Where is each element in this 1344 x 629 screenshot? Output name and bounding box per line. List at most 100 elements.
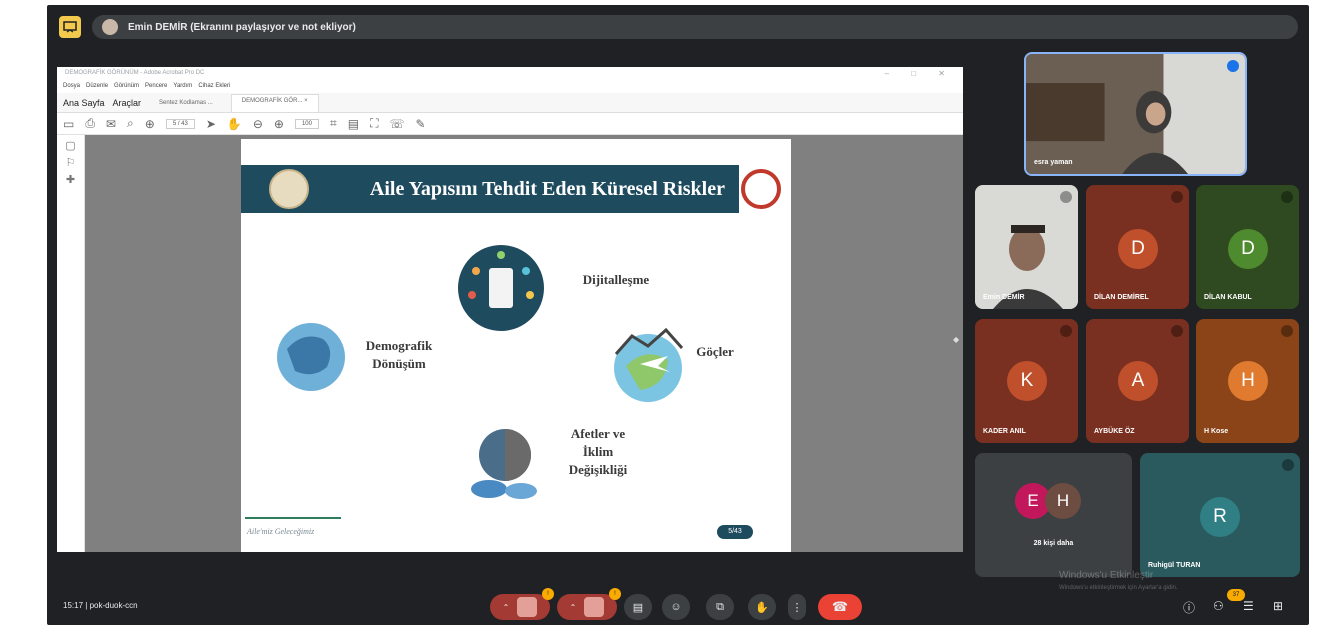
pdf-tabbar: Ana Sayfa Araçlar Sentez Kodlamas ... DE…: [57, 93, 963, 113]
mic-off-icon: [1171, 191, 1183, 203]
pdf-canvas: Aile Yapısını Tehdit Eden Küresel Riskle…: [85, 135, 963, 552]
captions-button[interactable]: ▤: [624, 594, 652, 620]
scroll-marker: ◆: [953, 335, 960, 344]
hang-up-icon: ☎: [831, 599, 849, 614]
participant-tile-aybuke[interactable]: A AYBÜKE ÖZ: [1086, 319, 1189, 443]
zoom-in-icon: ⊕: [273, 116, 284, 131]
window-controls: – □ ✕: [884, 69, 955, 78]
present-button[interactable]: ⧉: [706, 594, 734, 620]
people-icon[interactable]: ⚇: [1213, 599, 1224, 613]
avatar: K: [1007, 361, 1047, 401]
participant-name: DİLAN DEMİREL: [1094, 294, 1149, 301]
participant-tile-hkose[interactable]: H H Kose: [1196, 319, 1299, 443]
mic-off-icon: [1281, 325, 1293, 337]
audio-indicator-icon: [1227, 60, 1239, 72]
avatar: H: [1045, 483, 1081, 519]
university-logo: [741, 169, 781, 209]
separator: |: [85, 601, 88, 610]
camera-control[interactable]: ⌃ !: [557, 588, 621, 620]
participant-tile-ruhigul[interactable]: R Ruhigül TURAN: [1140, 453, 1300, 577]
mic-off-icon: [1281, 191, 1293, 203]
menu-item: Cihaz Ekleri: [198, 83, 231, 89]
menu-item: Yardım: [173, 83, 193, 89]
avatar: A: [1118, 361, 1158, 401]
chevron-up-icon: ⌃: [502, 602, 510, 612]
slide-footer: Aile'miz Geleceğimiz: [247, 527, 315, 536]
more-options-button[interactable]: ⋮: [788, 594, 806, 620]
page-box: 5 / 43: [165, 118, 195, 129]
participant-name: DİLAN KABUL: [1204, 294, 1252, 301]
self-video: [1026, 54, 1245, 174]
mic-off-icon: [1282, 459, 1294, 471]
emoji-icon: ☺: [670, 601, 682, 613]
slide-page-number: 5/43: [717, 525, 753, 539]
zoom-box: 100: [294, 118, 319, 129]
participant-tile-dilan-demirel[interactable]: D DİLAN DEMİREL: [1086, 185, 1189, 309]
label-digitalization: Dijitalleşme: [582, 272, 650, 287]
self-view-tile[interactable]: esra yaman: [1024, 52, 1247, 176]
meet-window: Emin DEMİR (Ekranını paylaşıyor ve not e…: [47, 5, 1309, 625]
chat-icon[interactable]: ☰: [1243, 599, 1254, 613]
menu-item: Pencere: [145, 83, 168, 89]
presentation-icon[interactable]: [59, 16, 81, 38]
pdf-tab: Sentez Kodlamas ...: [159, 99, 213, 106]
avatar: H: [1228, 361, 1268, 401]
menu-item: Görünüm: [114, 83, 140, 89]
attachment-icon: ✚: [65, 174, 76, 186]
pdf-menubar: Dosya Düzenle Görünüm Pencere Yardım Cih…: [57, 81, 963, 93]
participant-name: H Kose: [1204, 428, 1229, 435]
label-migration: Göçler: [696, 344, 734, 359]
top-bar: Emin DEMİR (Ekranını paylaşıyor ve not e…: [55, 13, 1300, 41]
hand-icon: ✋: [755, 601, 769, 614]
participant-tile-dilan-kabul[interactable]: D DİLAN KABUL: [1196, 185, 1299, 309]
cursor-icon: ➤: [205, 116, 216, 131]
more-count-label: 28 kişi daha: [1033, 540, 1074, 547]
footer-line: [245, 517, 341, 519]
shared-screen: DEMOGRAFİK GÖRÜNÜM - Adobe Acrobat Pro D…: [57, 67, 963, 552]
pdf-toolbar: ▭ ⎙ ✉ ⌕ ⊕ 5 / 43 ➤ ✋ ⊖ ⊕ 100 ⌗ ▤ ⛶ ☏ ✎: [57, 113, 963, 135]
nav-tools: Araçlar: [112, 97, 142, 108]
participant-tile-kader[interactable]: K KADER ANIL: [975, 319, 1078, 443]
mic-off-icon: [1171, 325, 1183, 337]
participant-video: [975, 185, 1078, 309]
presenter-banner: Emin DEMİR (Ekranını paylaşıyor ve not e…: [92, 15, 1298, 39]
warning-badge-icon: !: [542, 588, 554, 600]
print-icon: ⎙: [85, 116, 95, 130]
mic-control[interactable]: ⌃ !: [490, 588, 554, 620]
hand-icon: ✋: [226, 116, 242, 131]
pen-icon: ✎: [415, 116, 426, 131]
mic-off-icon: [1060, 325, 1072, 337]
participant-name: esra yaman: [1034, 159, 1073, 166]
pdf-titlebar: DEMOGRAFİK GÖRÜNÜM - Adobe Acrobat Pro D…: [57, 67, 963, 81]
info-icon[interactable]: ⓘ: [1183, 599, 1195, 616]
presenter-avatar: [102, 19, 118, 35]
participant-name: Emin DEMİR: [983, 294, 1025, 301]
screen: Emin DEMİR (Ekranını paylaşıyor ve not e…: [0, 0, 1344, 629]
participant-tile-emin[interactable]: Emin DEMİR: [975, 185, 1078, 309]
globe-illustration: [277, 323, 345, 391]
meeting-code: pok-duok-ccn: [89, 601, 138, 610]
slide: Aile Yapısını Tehdit Eden Küresel Riskle…: [241, 139, 791, 552]
zoom-out-icon: ⊖: [252, 116, 263, 131]
activities-icon[interactable]: ⊞: [1273, 599, 1283, 613]
pdf-tab-active: DEMOGRAFİK GÖR... ×: [230, 93, 319, 112]
leave-call-button[interactable]: ☎: [818, 594, 862, 620]
avatar: D: [1228, 229, 1268, 269]
clock-time: 15:17: [63, 601, 84, 610]
search-icon: ⌕: [127, 116, 134, 130]
participant-name: AYBÜKE ÖZ: [1094, 428, 1135, 435]
emoji-button[interactable]: ☺: [662, 594, 690, 620]
avatar: D: [1118, 229, 1158, 269]
raise-hand-button[interactable]: ✋: [748, 594, 776, 620]
migration-illustration: [614, 327, 684, 402]
pdf-sidebar: ▢ ⚐ ✚: [57, 135, 85, 552]
more-vert-icon: ⋮: [791, 601, 803, 614]
menu-item: Dosya: [63, 83, 81, 89]
mail-icon: ✉: [105, 116, 117, 131]
activation-watermark-title: Windows'u Etkinleştir: [1059, 570, 1154, 581]
more-participants-tile[interactable]: E H 28 kişi daha: [975, 453, 1132, 577]
label-disasters: Afetler ve İklim Değişikliği: [568, 426, 628, 477]
page-thumbs-icon: ▢: [65, 140, 76, 152]
label-demographic: Demografik Dönüşüm: [365, 338, 433, 371]
comment-icon: ☏: [389, 116, 405, 131]
